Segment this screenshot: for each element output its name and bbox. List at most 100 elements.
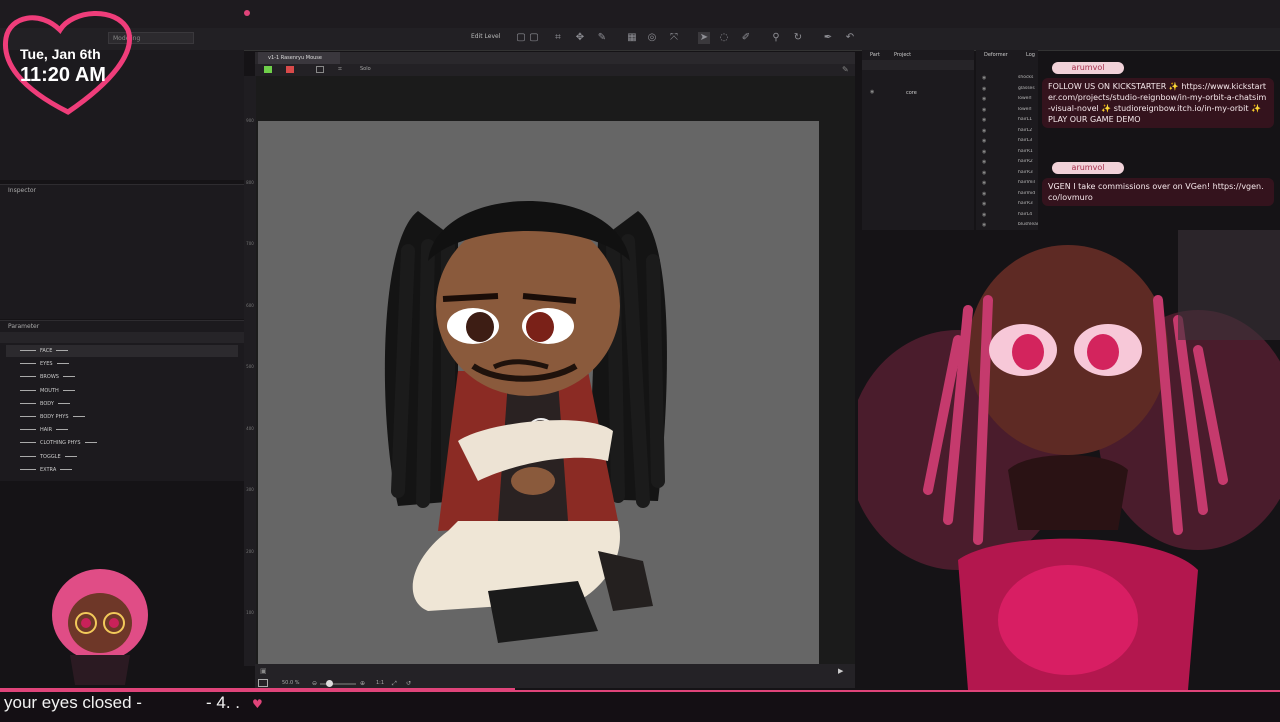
camera-icon[interactable]: ▣ [260,667,267,675]
parameter-group-row[interactable]: EYES [6,358,238,370]
chat-username[interactable]: arumvol [1052,162,1124,174]
level-2-button[interactable]: ▢ [528,32,540,44]
stream-time: 11:20 AM [20,64,106,86]
fit-icon[interactable]: ⤢ [392,680,397,688]
grid-icon[interactable]: ⌗ [552,32,564,44]
red-toggle-icon[interactable] [286,66,294,73]
bottom-ticker-bar [0,690,1280,722]
deformer-layer-item[interactable]: hairR3 [1018,170,1038,175]
part-item-core[interactable]: core [906,90,917,96]
parameter-title: Parameter [8,323,40,330]
deformer-layer-item[interactable]: hairL1 [1018,117,1038,122]
eyedropper-icon[interactable]: ✒ [822,32,834,44]
chat-username[interactable]: arumvol [1052,62,1124,74]
parameter-group-row[interactable]: TOGGLE [6,451,238,463]
grid-view-icon[interactable]: ⌗ [338,66,346,73]
tab-model-file[interactable]: v1-1 Rasenryu Mouse [258,52,340,64]
visibility-eye-icon[interactable]: ◉ [982,159,986,165]
deformer-layer-item[interactable]: shocks [1018,75,1038,80]
visibility-eye-icon[interactable]: ◉ [982,96,986,102]
pin-icon[interactable]: ⚲ [770,32,782,44]
parameter-group-row[interactable]: BODY PHYS [6,411,238,423]
zoom-slider-handle[interactable] [326,680,333,687]
zoom-in-icon[interactable]: ⊕ [360,680,365,687]
visibility-eye-icon[interactable]: ◉ [982,138,986,144]
vertical-ruler [244,76,256,666]
deformer-layer-item[interactable]: hairL3 [1018,138,1038,143]
zoom-out-icon[interactable]: ⊖ [312,680,317,687]
visibility-eye-icon[interactable]: ◉ [982,149,986,155]
parameter-group-label: TOGGLE [40,453,61,460]
visibility-eye-icon[interactable]: ◉ [982,201,986,207]
parameter-group-row[interactable]: FACE [6,345,238,357]
mesh-icon[interactable]: ▦ [626,32,638,44]
parameter-toolbar [0,332,244,343]
tab-deformer[interactable]: Deformer [984,52,1008,58]
visibility-eye-icon[interactable]: ◉ [982,180,986,186]
ticker-number: - 4. . [206,693,241,712]
deformer-layer-item[interactable]: hairmid [1018,191,1038,196]
parameter-group-label: EXTRA [40,466,57,473]
visibility-eye-icon[interactable]: ◉ [982,107,986,113]
model-canvas[interactable] [258,121,819,664]
edit-level-label: Edit Level [471,33,501,40]
parameter-group-label: CLOTHING PHYS [40,440,81,447]
arrow-select-icon[interactable]: ➤ [698,32,710,44]
green-toggle-icon[interactable] [264,66,272,73]
parameter-group-row[interactable]: BROWS [6,371,238,383]
deformer-layer-item[interactable]: lowerl [1018,96,1038,101]
rotate-icon[interactable]: ↻ [792,32,804,44]
parameter-group-row[interactable]: CLOTHING PHYS [6,437,238,449]
mini-avatar-illustration [52,569,148,685]
deformer-layer-item[interactable]: hairR2 [1018,159,1038,164]
settings-icon[interactable]: ✎ [842,65,849,74]
lasso-icon[interactable]: ◌ [718,32,730,44]
parameter-group-row[interactable]: EXTRA [6,464,238,476]
brush-icon[interactable]: ✐ [740,32,752,44]
tab-part[interactable]: Part [870,52,880,58]
deformer-layer-item[interactable]: blushleart [1018,222,1038,227]
ruler-tick-label: 400 [246,425,254,431]
tab-log[interactable]: Log [1026,52,1035,58]
visibility-eye-icon[interactable]: ◉ [982,170,986,176]
deformer-layer-item[interactable]: hairR3 [1018,201,1038,206]
parameter-group-label: EYES [40,361,53,368]
deform-icon[interactable]: ⤧ [668,32,680,44]
visibility-eye-icon[interactable]: ◉ [982,128,986,134]
deformer-layer-item[interactable]: hairR1 [1018,149,1038,154]
frame-icon[interactable] [316,66,324,73]
parameter-group-label: MOUTH [40,387,59,394]
visibility-eye-icon[interactable]: ◉ [982,212,986,218]
level-1-button[interactable]: ▢ [515,32,527,44]
deformer-layer-item[interactable]: lowerl [1018,107,1038,112]
reset-icon[interactable]: ↺ [406,680,411,687]
deformer-layer-item[interactable]: hairlmil [1018,180,1038,185]
zoom-ratio[interactable]: 1:1 [376,680,384,686]
deformer-layer-item[interactable]: hairL2 [1018,128,1038,133]
part-toolbar [862,60,974,70]
chat-message: VGEN I take commissions over on VGen! ht… [1042,178,1274,206]
tab-project[interactable]: Project [894,52,911,58]
ticker-text: your eyes closed - [4,693,142,712]
undo-icon[interactable]: ↶ [844,32,856,44]
visibility-eye-icon[interactable]: ◉ [870,89,874,95]
play-icon[interactable]: ▶ [838,667,843,675]
parameter-group-row[interactable]: HAIR [6,424,238,436]
deformer-layer-item[interactable]: glasses [1018,86,1038,91]
background-art-panel [1178,230,1280,340]
visibility-eye-icon[interactable]: ◉ [982,86,986,92]
transform-icon[interactable]: ✥ [574,32,586,44]
parameter-group-row[interactable]: BODY [6,398,238,410]
parameter-group-row[interactable]: MOUTH [6,385,238,397]
visibility-eye-icon[interactable]: ◉ [982,222,986,228]
visibility-eye-icon[interactable]: ◉ [982,75,986,81]
bind-icon[interactable]: ◎ [646,32,658,44]
visibility-eye-icon[interactable]: ◉ [982,117,986,123]
fit-view-icon[interactable] [258,679,268,687]
pen-icon[interactable]: ✎ [596,32,608,44]
deformer-layer-item[interactable]: hairL4 [1018,212,1038,217]
visibility-eye-icon[interactable]: ◉ [982,191,986,197]
part-panel: Part Project ◉ core [862,50,974,230]
window-title-bar [0,0,1280,29]
solo-label: Solo [360,66,371,72]
